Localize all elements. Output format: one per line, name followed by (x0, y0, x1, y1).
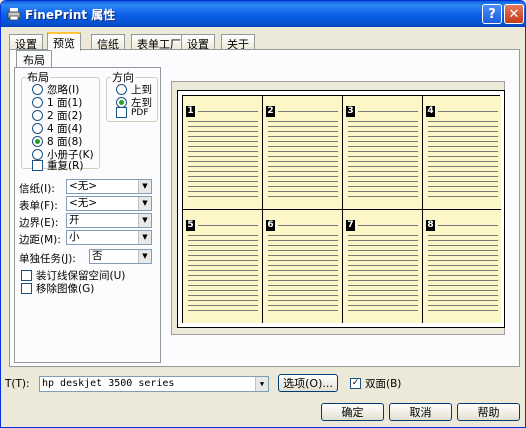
checkbox-icon[interactable] (116, 107, 127, 118)
single-job-select[interactable]: 否 ▼ (89, 249, 152, 264)
text-lines (428, 117, 498, 201)
text-lines (268, 117, 338, 201)
preview-page: 3 (343, 96, 423, 210)
page-number: 1 (186, 106, 195, 117)
remove-images-checkbox[interactable]: 移除图像(G) (21, 281, 94, 296)
page-number: 2 (266, 106, 275, 117)
printer-icon (7, 8, 21, 21)
checkbox-icon[interactable] (21, 283, 32, 294)
help-title-button[interactable]: ? (482, 4, 502, 24)
title-bar[interactable]: FinePrint 属性 ? ✕ (1, 1, 525, 27)
tab-settings-2[interactable]: 设置 (181, 34, 215, 51)
border-select[interactable]: 开 ▼ (66, 213, 152, 228)
tab-settings[interactable]: 设置 (9, 34, 43, 51)
duplex-checkbox[interactable]: ✓ 双面(B) (350, 376, 401, 391)
preview-page: 1 (183, 96, 263, 210)
preview-page: 5 (183, 210, 263, 323)
chevron-down-icon[interactable]: ▼ (138, 197, 151, 210)
page-number: 3 (346, 106, 355, 117)
checkbox-icon[interactable] (21, 270, 32, 281)
text-lines (348, 231, 418, 315)
tab-about[interactable]: 关于 (221, 34, 255, 51)
checkbox-icon[interactable] (32, 160, 43, 171)
ok-button[interactable]: 确定 (321, 403, 384, 421)
properties-dialog: FinePrint 属性 ? ✕ 设置 预览 信纸 表单工厂 设置 关于 布局 … (0, 0, 526, 428)
printer-select[interactable]: hp deskjet 3500 series ▼ (39, 376, 269, 392)
text-lines (358, 221, 418, 229)
tab-stationery[interactable]: 信纸 (91, 34, 125, 51)
preview-sheet: 1 2 3 4 5 6 7 8 (177, 90, 505, 328)
preview-page: 8 (423, 210, 501, 323)
preview-sheet-border: 1 2 3 4 5 6 7 8 (182, 95, 501, 323)
text-lines (188, 231, 258, 315)
page-number: 4 (426, 106, 435, 117)
text-lines (438, 221, 498, 229)
preview-page: 7 (343, 210, 423, 323)
text-lines (358, 107, 418, 115)
preview-page: 6 (263, 210, 343, 323)
chevron-down-icon[interactable]: ▼ (138, 214, 151, 227)
text-lines (188, 117, 258, 201)
chevron-down-icon[interactable]: ▼ (138, 231, 151, 244)
options-button[interactable]: 选项(O)... (278, 374, 338, 392)
checkmark-icon[interactable]: ✓ (350, 378, 361, 389)
window-title: FinePrint 属性 (25, 8, 116, 22)
tab-form-factory[interactable]: 表单工厂 (131, 34, 187, 51)
single-job-label: 单独任务(J): (19, 253, 76, 265)
chevron-down-icon[interactable]: ▼ (138, 180, 151, 193)
page-number: 8 (426, 220, 435, 231)
text-lines (268, 231, 338, 315)
margin-label: 边距(M): (19, 234, 61, 246)
text-lines (428, 231, 498, 315)
radio-icon[interactable] (32, 97, 43, 108)
tab-preview[interactable]: 预览 (47, 32, 81, 51)
text-lines (438, 107, 498, 115)
printer-label: T(T): (5, 378, 30, 390)
text-lines (278, 107, 338, 115)
text-lines (198, 221, 258, 229)
chevron-down-icon[interactable]: ▼ (138, 250, 151, 263)
stationery-select[interactable]: <无> ▼ (66, 179, 152, 194)
text-lines (348, 117, 418, 201)
repeat-checkbox[interactable]: 重复(R) (32, 158, 84, 173)
preview-page: 2 (263, 96, 343, 210)
page-number: 5 (186, 220, 195, 231)
radio-selected-icon[interactable] (32, 136, 43, 147)
text-lines (278, 221, 338, 229)
chevron-down-icon[interactable]: ▼ (255, 377, 268, 391)
close-title-button[interactable]: ✕ (504, 4, 524, 24)
page-number: 7 (346, 220, 355, 231)
radio-icon[interactable] (32, 110, 43, 121)
pdf-checkbox[interactable]: PDF (116, 107, 149, 118)
radio-icon[interactable] (116, 84, 127, 95)
border-label: 边界(E): (19, 217, 59, 229)
help-button[interactable]: 帮助 (457, 403, 520, 421)
stationery-label: 信纸(I): (19, 183, 55, 195)
form-label: 表单(F): (19, 200, 58, 212)
text-lines (198, 107, 258, 115)
radio-icon[interactable] (32, 84, 43, 95)
margin-select[interactable]: 小 ▼ (66, 230, 152, 245)
radio-icon[interactable] (32, 123, 43, 134)
form-select[interactable]: <无> ▼ (66, 196, 152, 211)
subtab-layout[interactable]: 布局 (16, 50, 52, 67)
cancel-button[interactable]: 取消 (389, 403, 452, 421)
page-number: 6 (266, 220, 275, 231)
preview-page: 4 (423, 96, 501, 210)
